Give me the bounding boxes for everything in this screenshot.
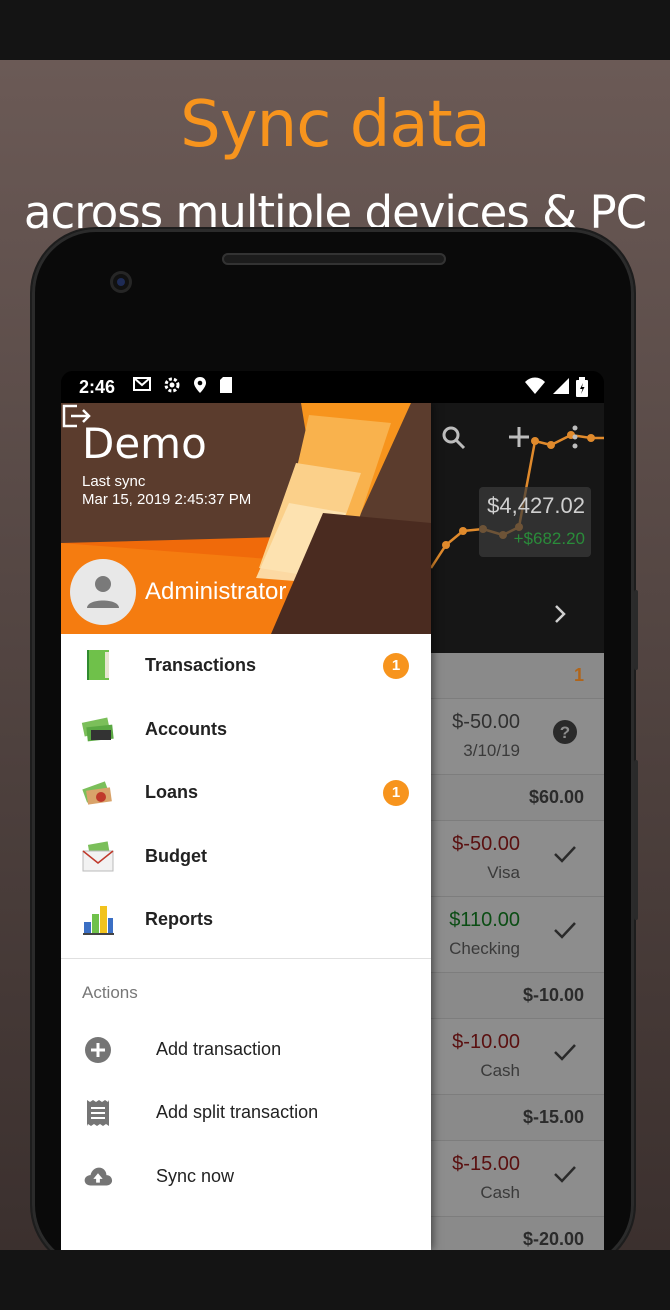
avatar[interactable] (70, 559, 136, 625)
section-label: Actions (82, 982, 138, 1002)
balance-amount: $4,427.02 (487, 493, 585, 518)
gmail-icon (133, 377, 151, 391)
notification-badge: 1 (383, 653, 409, 679)
menu-item-accounts[interactable]: Accounts (61, 698, 431, 762)
last-sync-label: Last sync (82, 473, 146, 490)
transaction-amount: $-15.00 (452, 1153, 520, 1175)
action-add-transaction[interactable]: Add transaction (61, 1017, 431, 1081)
action-label: Add split transaction (156, 1102, 319, 1122)
menu-item-loans[interactable]: Loans 1 (61, 761, 431, 825)
add-icon[interactable] (507, 425, 531, 449)
menu-label: Transactions (145, 655, 257, 675)
menu-item-reports[interactable]: Reports (61, 888, 431, 952)
transaction-detail: Checking (449, 939, 520, 958)
transaction-detail: 3/10/19 (463, 741, 520, 760)
phone-volume-button (634, 760, 638, 920)
navigation-drawer: Demo Last sync Mar 15, 2019 2:45:37 PM A… (61, 403, 431, 1250)
drawer-header: Demo Last sync Mar 15, 2019 2:45:37 PM A… (61, 403, 431, 634)
balance-card: $4,427.02 +$682.20 (479, 487, 591, 557)
logout-icon[interactable] (61, 403, 93, 429)
more-options-icon[interactable] (571, 425, 579, 449)
last-sync-time: Mar 15, 2019 2:45:37 PM (82, 491, 252, 508)
transaction-amount: $-50.00 (452, 833, 520, 855)
phone-camera (110, 271, 132, 293)
transaction-amount: $-50.00 (452, 711, 520, 733)
promo-headline: Sync data (180, 88, 491, 162)
sdcard-icon (220, 377, 232, 393)
menu-label: Loans (145, 782, 199, 802)
action-label: Sync now (156, 1165, 235, 1186)
status-time: 2:46 (79, 377, 116, 397)
phone-power-button (634, 590, 638, 670)
check-icon (552, 917, 578, 950)
actions-section-header: Actions (61, 959, 431, 1017)
signal-icon (553, 378, 569, 394)
notification-badge: 1 (383, 780, 409, 806)
transaction-detail: Cash (480, 1061, 520, 1080)
cloud-upload-icon (84, 1167, 113, 1185)
user-name: Administrator (145, 578, 287, 605)
gear-icon (164, 377, 180, 393)
menu-label: Budget (145, 845, 207, 866)
action-sync-now[interactable]: Sync now (61, 1144, 431, 1208)
check-icon (552, 1161, 578, 1194)
check-icon (552, 1039, 578, 1072)
phone-speaker (222, 253, 446, 265)
phone-screen: 2:46 $4,427.02 +$682.20 1 $-50.00 3/10/1… (61, 371, 604, 1250)
loan-icon (82, 781, 112, 805)
drawer-menu: Transactions 1 Accounts Loans 1 Budget R… (61, 634, 431, 1207)
action-add-split-transaction[interactable]: Add split transaction (61, 1080, 431, 1144)
plus-circle-icon (85, 1036, 111, 1063)
wifi-icon (525, 377, 545, 394)
person-icon (87, 576, 119, 608)
menu-item-transactions[interactable]: Transactions 1 (61, 634, 431, 698)
location-icon (194, 377, 206, 393)
book-icon (87, 650, 109, 680)
last-sync-info: Last sync Mar 15, 2019 2:45:37 PM (82, 473, 251, 509)
status-bar: 2:46 (61, 371, 604, 403)
money-icon (81, 716, 114, 741)
menu-label: Reports (145, 909, 214, 929)
transaction-detail: Cash (480, 1183, 520, 1202)
battery-icon (576, 377, 588, 397)
action-label: Add transaction (156, 1038, 282, 1059)
svg-text:?: ? (560, 723, 570, 742)
search-icon[interactable] (441, 425, 467, 451)
chevron-right-icon[interactable] (553, 603, 567, 632)
bar-chart-icon (83, 906, 114, 935)
receipt-icon (87, 1100, 109, 1126)
menu-item-budget[interactable]: Budget (61, 825, 431, 889)
envelope-money-icon (82, 840, 114, 871)
menu-label: Accounts (145, 718, 228, 739)
help-icon: ? (552, 719, 578, 752)
transaction-amount: $-10.00 (452, 1031, 520, 1053)
bottom-edge (0, 1250, 670, 1310)
check-icon (552, 841, 578, 874)
transaction-detail: Visa (487, 863, 520, 882)
balance-change: +$682.20 (513, 529, 585, 548)
app-name: Demo (82, 419, 207, 468)
transaction-amount: $110.00 (449, 909, 520, 931)
